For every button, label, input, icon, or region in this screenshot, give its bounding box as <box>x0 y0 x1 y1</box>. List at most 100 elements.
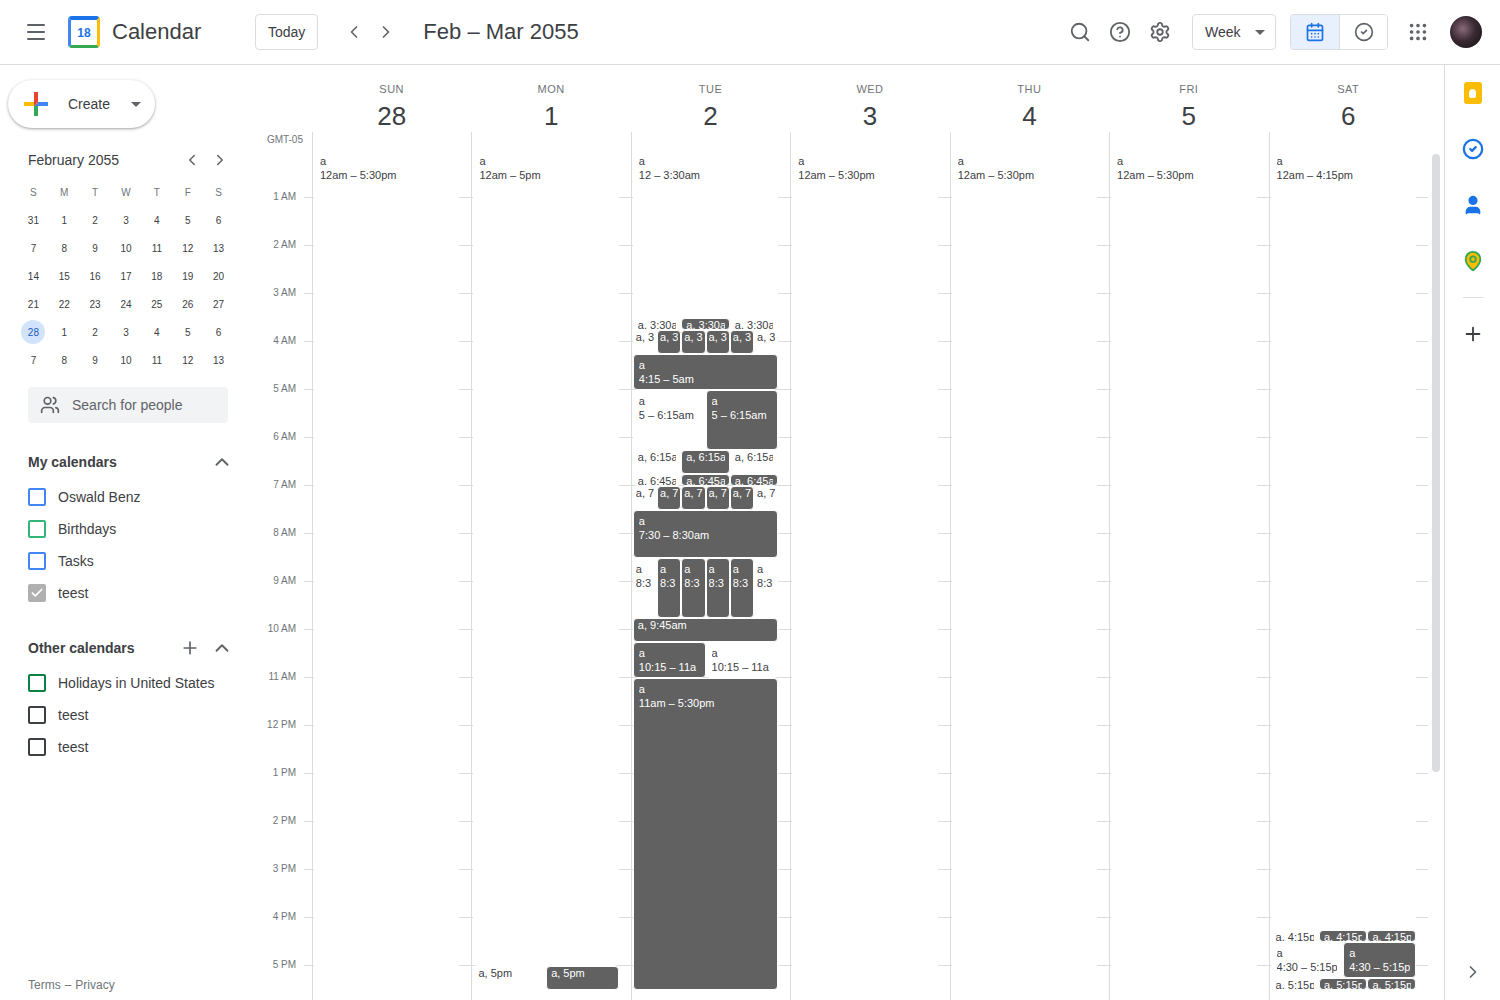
mini-day[interactable]: 4 <box>141 206 172 234</box>
maps-button[interactable] <box>1453 241 1493 281</box>
calendar-event[interactable]: a, 3:30a <box>633 318 681 330</box>
day-column[interactable]: a12am – 5:30pm <box>950 150 1109 1000</box>
calendar-event[interactable]: a, 5pm <box>473 966 546 990</box>
mini-day[interactable]: 2 <box>80 206 111 234</box>
calendar-event[interactable]: a12am – 5pm <box>473 150 618 966</box>
day-date[interactable]: 3 <box>859 101 881 132</box>
calendar-event[interactable]: a10:15 – 11a <box>706 642 779 678</box>
mini-day[interactable]: 7 <box>18 234 49 262</box>
calendar-event[interactable]: a12am – 5:30pm <box>314 150 459 990</box>
mini-day[interactable]: 13 <box>203 234 234 262</box>
calendar-checkbox[interactable] <box>28 584 46 602</box>
calendar-event[interactable]: a12am – 4:15pm <box>1271 150 1416 930</box>
mini-day[interactable]: 22 <box>49 290 80 318</box>
mini-day[interactable]: 15 <box>49 262 80 290</box>
privacy-link[interactable]: Privacy <box>75 978 114 992</box>
calendar-event[interactable]: a, 6:15a <box>730 450 778 474</box>
calendar-event[interactable]: a11am – 5:30pm <box>633 678 778 990</box>
calendar-event[interactable]: a, 5pm <box>546 966 619 990</box>
scrollbar-thumb[interactable] <box>1432 154 1440 772</box>
calendar-event[interactable]: a8:3 <box>754 558 778 618</box>
day-column[interactable]: a12am – 5pma, 5pma, 5pm <box>471 150 630 1000</box>
mini-day[interactable]: 23 <box>80 290 111 318</box>
contacts-button[interactable] <box>1453 185 1493 225</box>
mini-day[interactable]: 24 <box>111 290 142 318</box>
search-button[interactable] <box>1060 12 1100 52</box>
mini-day[interactable]: 8 <box>49 234 80 262</box>
mini-day[interactable]: 18 <box>141 262 172 290</box>
calendar-event[interactable]: a, 3 <box>730 330 754 354</box>
keep-button[interactable] <box>1453 73 1493 113</box>
calendar-event[interactable]: a, 6:45a <box>633 474 681 486</box>
previous-button[interactable] <box>338 16 370 48</box>
next-month-button[interactable] <box>206 146 234 174</box>
view-select[interactable]: Week <box>1192 14 1276 50</box>
section-header[interactable]: Other calendars <box>0 629 256 667</box>
settings-button[interactable] <box>1140 12 1180 52</box>
calendar-checkbox[interactable] <box>28 520 46 538</box>
calendar-event[interactable]: a, 7 <box>633 486 657 510</box>
hide-panel-button[interactable] <box>1453 952 1493 992</box>
mini-day[interactable]: 3 <box>111 206 142 234</box>
calendar-event[interactable]: a12 – 3:30am <box>633 150 778 318</box>
calendar-event[interactable]: a, 5:15p <box>1271 978 1319 990</box>
people-search[interactable]: Search for people <box>28 387 228 423</box>
calendar-event[interactable]: a8:3 <box>730 558 754 618</box>
mini-day[interactable]: 11 <box>141 234 172 262</box>
calendar-event[interactable]: a12am – 5:30pm <box>1111 150 1256 990</box>
calendar-event[interactable]: a, 3 <box>681 330 705 354</box>
apps-button[interactable] <box>1398 12 1438 52</box>
mini-day[interactable]: 5 <box>172 206 203 234</box>
tasks-view-button[interactable] <box>1339 15 1387 49</box>
calendar-view-button[interactable] <box>1291 15 1339 49</box>
mini-day[interactable]: 10 <box>111 346 142 374</box>
today-button[interactable]: Today <box>255 14 318 50</box>
mini-day[interactable]: 25 <box>141 290 172 318</box>
calendar-event[interactable]: a, 5:15p <box>1319 978 1367 990</box>
calendar-item[interactable]: Birthdays <box>0 513 256 545</box>
calendar-item[interactable]: teest <box>0 731 256 763</box>
calendar-item[interactable]: teest <box>0 699 256 731</box>
day-date[interactable]: 5 <box>1178 101 1200 132</box>
mini-day[interactable]: 27 <box>203 290 234 318</box>
calendar-event[interactable]: a, 9:45am <box>633 618 778 642</box>
calendar-event[interactable]: a, 5:15p <box>1367 978 1415 990</box>
next-button[interactable] <box>370 16 402 48</box>
section-header[interactable]: My calendars <box>0 443 256 481</box>
create-button[interactable]: Create <box>8 80 155 128</box>
day-date[interactable]: 4 <box>1018 101 1040 132</box>
calendar-event[interactable]: a, 3 <box>754 330 778 354</box>
help-button[interactable] <box>1100 12 1140 52</box>
calendar-event[interactable]: a4:15 – 5am <box>633 354 778 390</box>
mini-day[interactable]: 10 <box>111 234 142 262</box>
calendar-event[interactable]: a8:3 <box>633 558 657 618</box>
calendar-event[interactable]: a, 7 <box>681 486 705 510</box>
mini-day[interactable]: 16 <box>80 262 111 290</box>
mini-day[interactable]: 13 <box>203 346 234 374</box>
mini-day[interactable]: 9 <box>80 234 111 262</box>
calendar-checkbox[interactable] <box>28 488 46 506</box>
calendar-event[interactable]: a, 3 <box>706 330 730 354</box>
calendar-event[interactable]: a12am – 5:30pm <box>792 150 937 990</box>
calendar-event[interactable]: a, 4:15p <box>1367 930 1415 942</box>
calendar-event[interactable]: a8:3 <box>657 558 681 618</box>
mini-day[interactable]: 1 <box>49 318 80 346</box>
calendar-event[interactable]: a, 7 <box>706 486 730 510</box>
mini-day[interactable]: 26 <box>172 290 203 318</box>
calendar-event[interactable]: a7:30 – 8:30am <box>633 510 778 558</box>
mini-day[interactable]: 8 <box>49 346 80 374</box>
mini-day[interactable]: 1 <box>49 206 80 234</box>
calendar-checkbox[interactable] <box>28 706 46 724</box>
collapse-button[interactable] <box>206 446 238 478</box>
calendar-event[interactable]: a, 3 <box>657 330 681 354</box>
calendar-checkbox[interactable] <box>28 738 46 756</box>
calendar-event[interactable]: a, 4:15p <box>1271 930 1319 942</box>
mini-day[interactable]: 9 <box>80 346 111 374</box>
mini-day[interactable]: 19 <box>172 262 203 290</box>
calendar-event[interactable]: a8:3 <box>681 558 705 618</box>
calendar-event[interactable]: a5 – 6:15am <box>706 390 779 450</box>
mini-day[interactable]: 12 <box>172 346 203 374</box>
calendar-event[interactable]: a, 6:45a <box>730 474 778 486</box>
mini-day[interactable]: 4 <box>141 318 172 346</box>
mini-day[interactable]: 28 <box>18 318 49 346</box>
